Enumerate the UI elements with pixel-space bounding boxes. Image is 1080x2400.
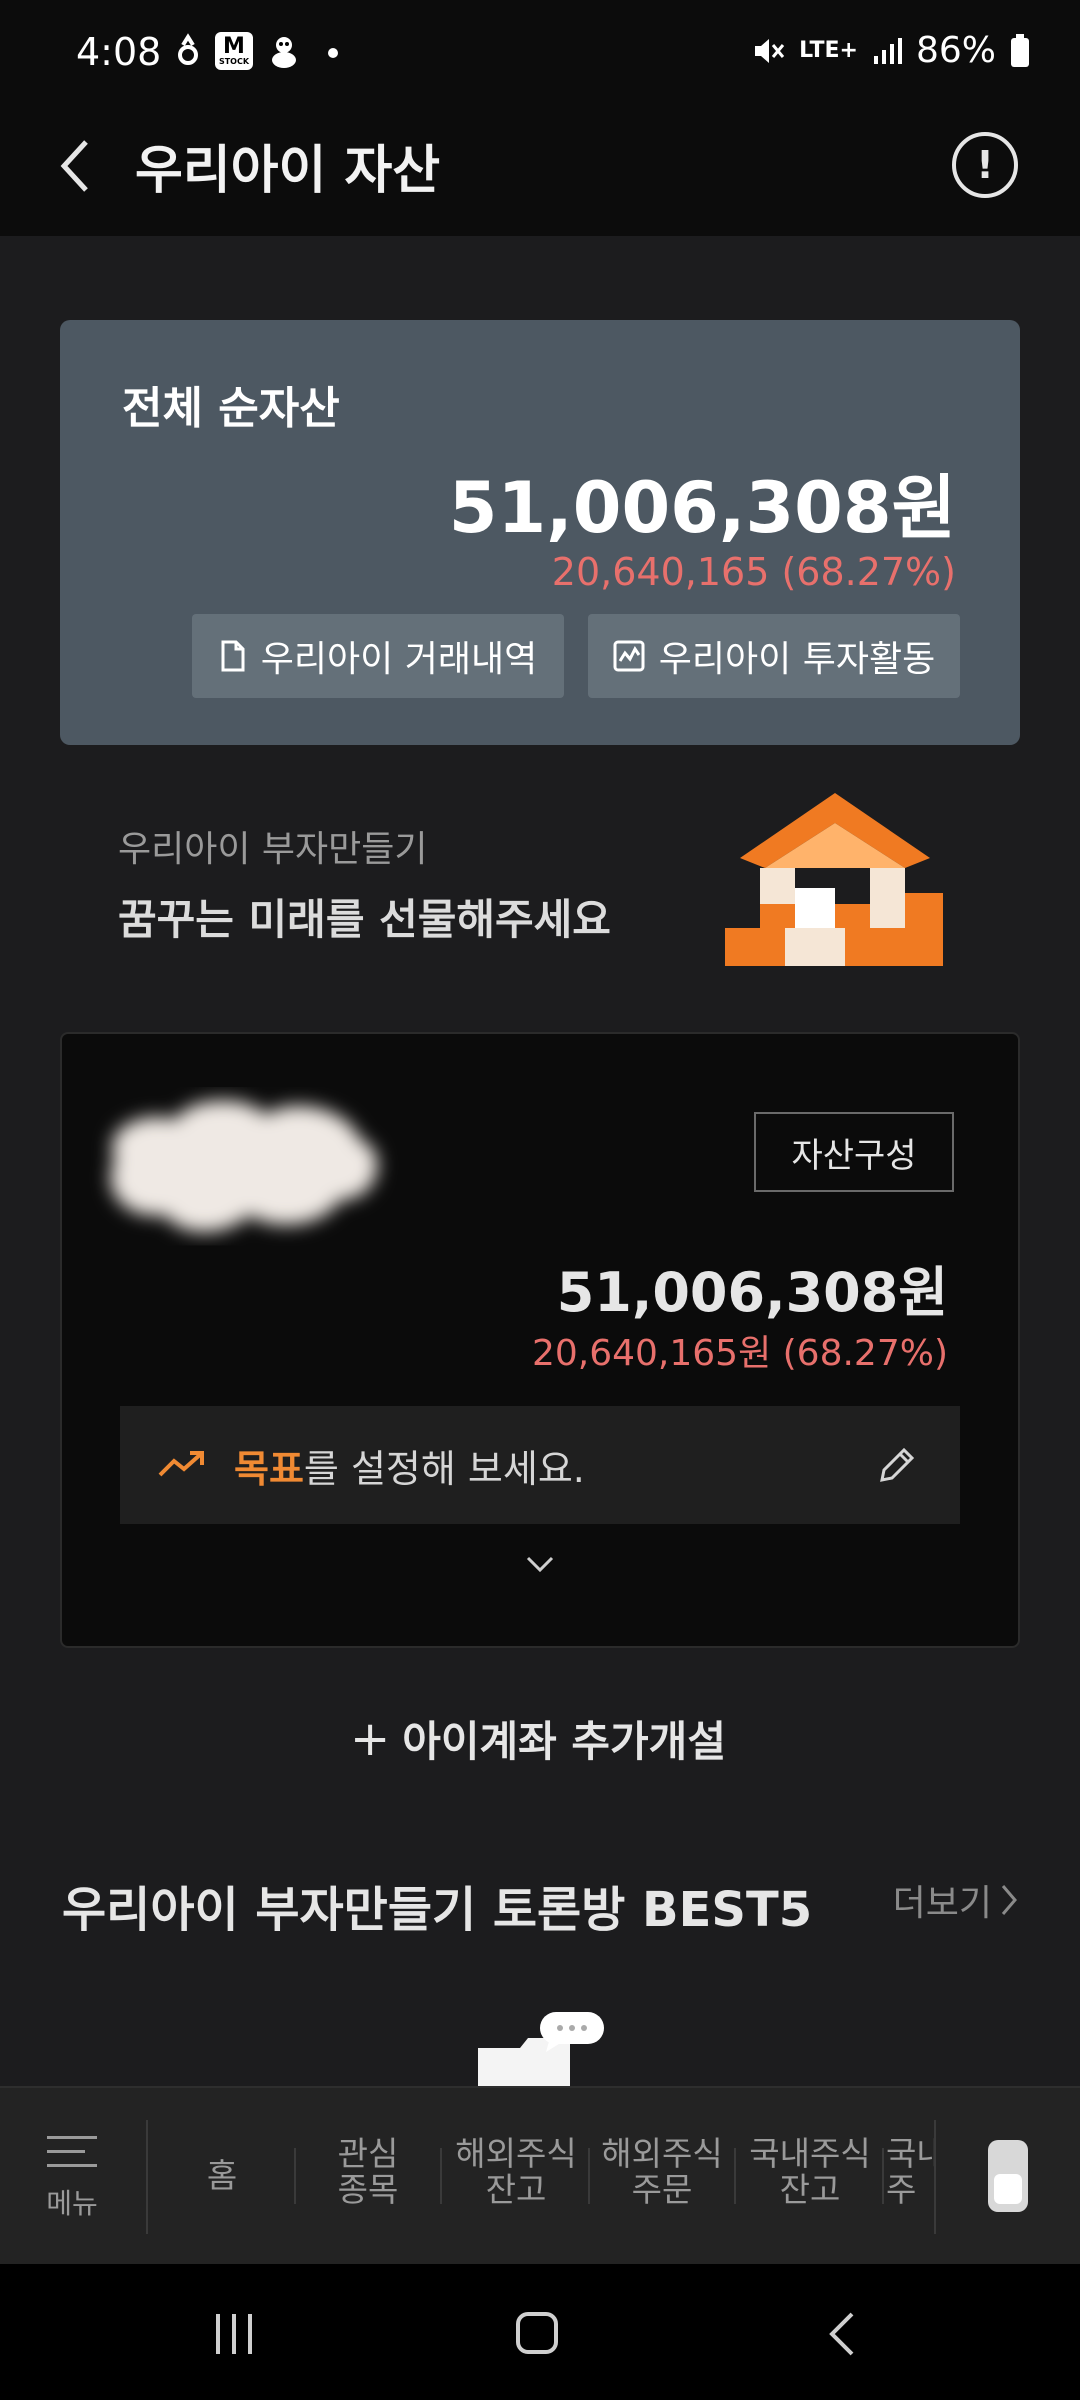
tab-label: 잔고 xyxy=(485,2170,547,2209)
tab-label: 국내주식 xyxy=(749,2134,871,2173)
promo-subtitle[interactable]: 우리아이 부자만들기 xyxy=(118,820,428,872)
tab-divider xyxy=(934,2120,936,2234)
goal-setting-bar[interactable]: 목표를 설정해 보세요. xyxy=(120,1406,960,1524)
mstock-app-icon: M STOCK xyxy=(215,32,253,70)
battery-percent: 86% xyxy=(915,30,996,71)
battery-icon xyxy=(1011,33,1029,67)
tab-divider xyxy=(146,2120,148,2234)
dot-icon xyxy=(328,48,338,58)
system-back-icon[interactable] xyxy=(826,2310,856,2358)
goal-prompt: 목표를 설정해 보세요. xyxy=(234,1438,585,1493)
investment-activity-label: 우리아이 투자활동 xyxy=(658,639,936,680)
add-child-account-label: 아이계좌 추가개설 xyxy=(402,1717,726,1766)
trend-up-icon xyxy=(158,1451,204,1477)
tab-label: 국내 xyxy=(886,2136,934,2173)
edit-pencil-icon[interactable] xyxy=(876,1444,918,1486)
status-time: 4:08 xyxy=(76,30,162,74)
toggle-knob xyxy=(994,2174,1022,2204)
net-asset-label: 전체 순자산 xyxy=(122,383,340,434)
more-link[interactable]: 더보기 xyxy=(893,1874,1018,1926)
forum-best5-title: 우리아이 부자만들기 토론방 BEST5 xyxy=(62,1882,813,1938)
tab-label: 주문 xyxy=(631,2170,693,2209)
tab-label: 잔고 xyxy=(779,2170,841,2209)
menu-label: 메뉴 xyxy=(46,2187,98,2220)
mute-icon xyxy=(755,38,785,63)
asset-composition-button[interactable]: 자산구성 xyxy=(754,1112,954,1192)
page-title: 우리아이 자산 xyxy=(135,141,441,201)
plus-icon: + xyxy=(350,1710,391,1767)
investment-activity-button[interactable]: 우리아이 투자활동 xyxy=(588,614,960,698)
promo-title[interactable]: 꿈꾸는 미래를 선물해주세요 xyxy=(118,886,611,947)
info-icon[interactable]: ! xyxy=(952,132,1018,198)
tab-overseas-balance[interactable]: 해외주식 잔고 xyxy=(446,2136,586,2208)
tab-separator xyxy=(882,2148,884,2204)
tab-label: 해외주식 xyxy=(601,2134,723,2173)
document-icon xyxy=(221,640,245,672)
net-asset-amount: 51,006,308원 xyxy=(448,467,956,549)
tab-domestic-partial[interactable]: 국내 주 xyxy=(886,2136,934,2208)
tab-overseas-order[interactable]: 해외주식 주문 xyxy=(592,2136,732,2208)
toy-house-illustration xyxy=(725,793,943,966)
add-child-account-button[interactable]: + 아이계좌 추가개설 xyxy=(350,1708,726,1769)
tab-label: 관심 xyxy=(337,2134,399,2173)
tab-separator xyxy=(294,2148,296,2204)
status-right-icons: LTE+ 86% xyxy=(751,30,1030,71)
hamburger-menu-icon xyxy=(47,2136,97,2167)
goal-text: 를 설정해 보세요. xyxy=(303,1446,585,1491)
back-arrow-icon[interactable] xyxy=(52,136,100,196)
chevron-down-icon[interactable] xyxy=(524,1552,556,1576)
chevron-right-icon xyxy=(1001,1885,1017,1915)
tab-separator xyxy=(734,2148,736,2204)
transaction-history-button[interactable]: 우리아이 거래내역 xyxy=(192,614,564,698)
account-amount: 51,006,308원 xyxy=(556,1261,948,1324)
tab-label: 주 xyxy=(886,2170,917,2208)
net-asset-change: 20,640,165 (68.27%) xyxy=(551,550,956,594)
character-icon xyxy=(272,37,296,68)
tab-label: 종목 xyxy=(337,2170,399,2209)
tab-separator xyxy=(440,2148,442,2204)
signal-icon xyxy=(873,37,902,64)
goal-highlight: 목표 xyxy=(234,1446,304,1491)
recent-apps-icon[interactable] xyxy=(216,2314,256,2354)
chart-icon xyxy=(613,640,645,672)
tab-separator xyxy=(588,2148,590,2204)
home-icon[interactable] xyxy=(516,2312,558,2354)
menu-button[interactable]: 메뉴 xyxy=(36,2132,108,2232)
more-label: 더보기 xyxy=(892,1883,992,1924)
tab-label: 해외주식 xyxy=(455,2134,577,2173)
tab-domestic-balance[interactable]: 국내주식 잔고 xyxy=(740,2136,880,2208)
redacted-area xyxy=(110,1100,378,1232)
tab-watchlist[interactable]: 관심 종목 xyxy=(298,2136,438,2208)
tab-home[interactable]: 홈 xyxy=(152,2158,292,2194)
status-left-icons: M STOCK xyxy=(175,32,345,70)
tab-bar-toggle[interactable] xyxy=(988,2140,1028,2212)
tab-label: 홈 xyxy=(206,2156,238,2195)
account-change: 20,640,165원 (68.27%) xyxy=(531,1333,948,1374)
network-type: LTE+ xyxy=(799,38,858,63)
folder-chat-illustration xyxy=(478,2012,604,2088)
notification-icon xyxy=(178,33,198,65)
transaction-history-label: 우리아이 거래내역 xyxy=(260,639,538,680)
